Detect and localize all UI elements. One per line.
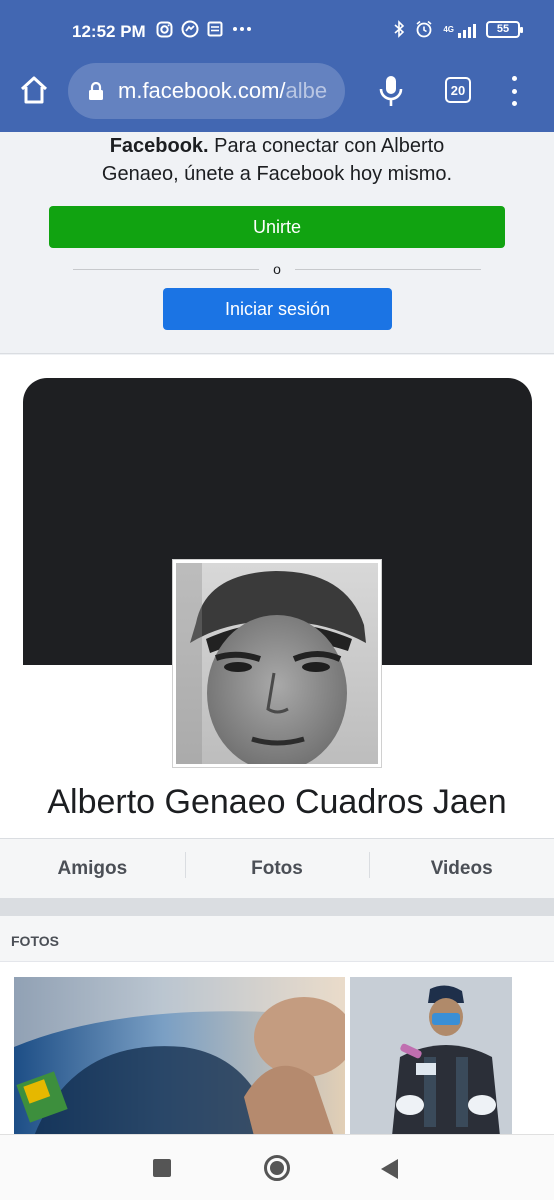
menu-dot-icon — [511, 76, 517, 81]
banner-line2: Genaeo, únete a Facebook hoy mismo. — [101, 163, 453, 185]
login-button[interactable]: Iniciar sesión — [163, 288, 392, 330]
divider-line — [73, 268, 260, 270]
profile-picture[interactable] — [173, 560, 381, 767]
join-button[interactable]: Unirte — [49, 206, 505, 248]
notes-icon — [207, 21, 223, 37]
recent-apps-icon[interactable] — [153, 1159, 171, 1177]
status-right-icons: 4G 55 — [393, 20, 523, 38]
lock-icon — [89, 82, 103, 100]
profile-header: Alberto Genaeo Cuadros Jaen — [0, 355, 554, 840]
banner-brand: Facebook. — [109, 135, 209, 157]
more-dots-icon — [233, 27, 251, 31]
photos-header: FOTOS — [0, 916, 554, 962]
url-path: albe — [285, 78, 328, 103]
photo-image — [350, 977, 512, 1136]
divider-line — [294, 268, 482, 270]
messenger-icon — [181, 20, 199, 38]
url-bar[interactable]: m.facebook.com/albe — [68, 63, 345, 119]
url-domain: m.facebook.com/ — [118, 78, 286, 103]
home-circle-icon[interactable] — [264, 1155, 290, 1181]
bluetooth-icon — [394, 20, 405, 38]
or-label: o — [273, 261, 281, 277]
profile-tabs: Amigos Fotos Videos — [0, 838, 554, 898]
menu-dot-icon — [511, 88, 517, 94]
or-divider: o — [73, 259, 482, 279]
profile-photo-image — [176, 563, 378, 764]
tab-count: 20 — [450, 82, 466, 98]
banner-text: Facebook. Para conectar con Alberto Gena… — [40, 132, 514, 188]
tab-amigos[interactable]: Amigos — [0, 858, 185, 880]
photo-thumbnail[interactable] — [14, 977, 345, 1136]
microphone-icon[interactable] — [378, 74, 404, 108]
status-bar: 12:52 PM 4G 55 — [0, 0, 554, 62]
network-type: 4G — [443, 25, 454, 34]
menu-dot-icon — [511, 101, 517, 106]
alarm-icon — [416, 20, 432, 38]
system-navigation-bar — [0, 1134, 554, 1200]
photo-thumbnail[interactable] — [350, 977, 512, 1136]
profile-name: Alberto Genaeo Cuadros Jaen — [47, 783, 507, 821]
tab-videos[interactable]: Videos — [369, 851, 554, 880]
app-screen: 12:52 PM 4G 55 m.facebook.com/albe 20 Fa… — [0, 0, 554, 1200]
url-text: m.facebook.com/albe — [118, 78, 327, 104]
login-banner: Facebook. Para conectar con Alberto Gena… — [0, 132, 554, 354]
section-separator — [0, 898, 554, 916]
tab-fotos[interactable]: Fotos — [184, 851, 370, 880]
photos-title: FOTOS — [11, 933, 59, 949]
tab-switcher-button[interactable]: 20 — [445, 77, 471, 103]
instagram-icon — [156, 21, 173, 37]
browser-menu-button[interactable] — [506, 76, 522, 106]
home-icon[interactable] — [18, 74, 50, 106]
signal-icon: 4G — [443, 20, 476, 38]
photos-section: FOTOS — [0, 916, 554, 1136]
status-time: 12:52 PM — [72, 22, 146, 41]
status-left-icons — [156, 20, 253, 38]
battery-level: 55 — [496, 23, 510, 35]
banner-line1: Para conectar con Alberto — [208, 135, 445, 157]
browser-chrome: 12:52 PM 4G 55 m.facebook.com/albe 20 — [0, 0, 554, 132]
battery-icon: 55 — [486, 20, 523, 38]
back-triangle-icon[interactable] — [381, 1159, 398, 1179]
url-bar-row: m.facebook.com/albe 20 — [0, 62, 554, 120]
photo-image — [14, 977, 345, 1136]
